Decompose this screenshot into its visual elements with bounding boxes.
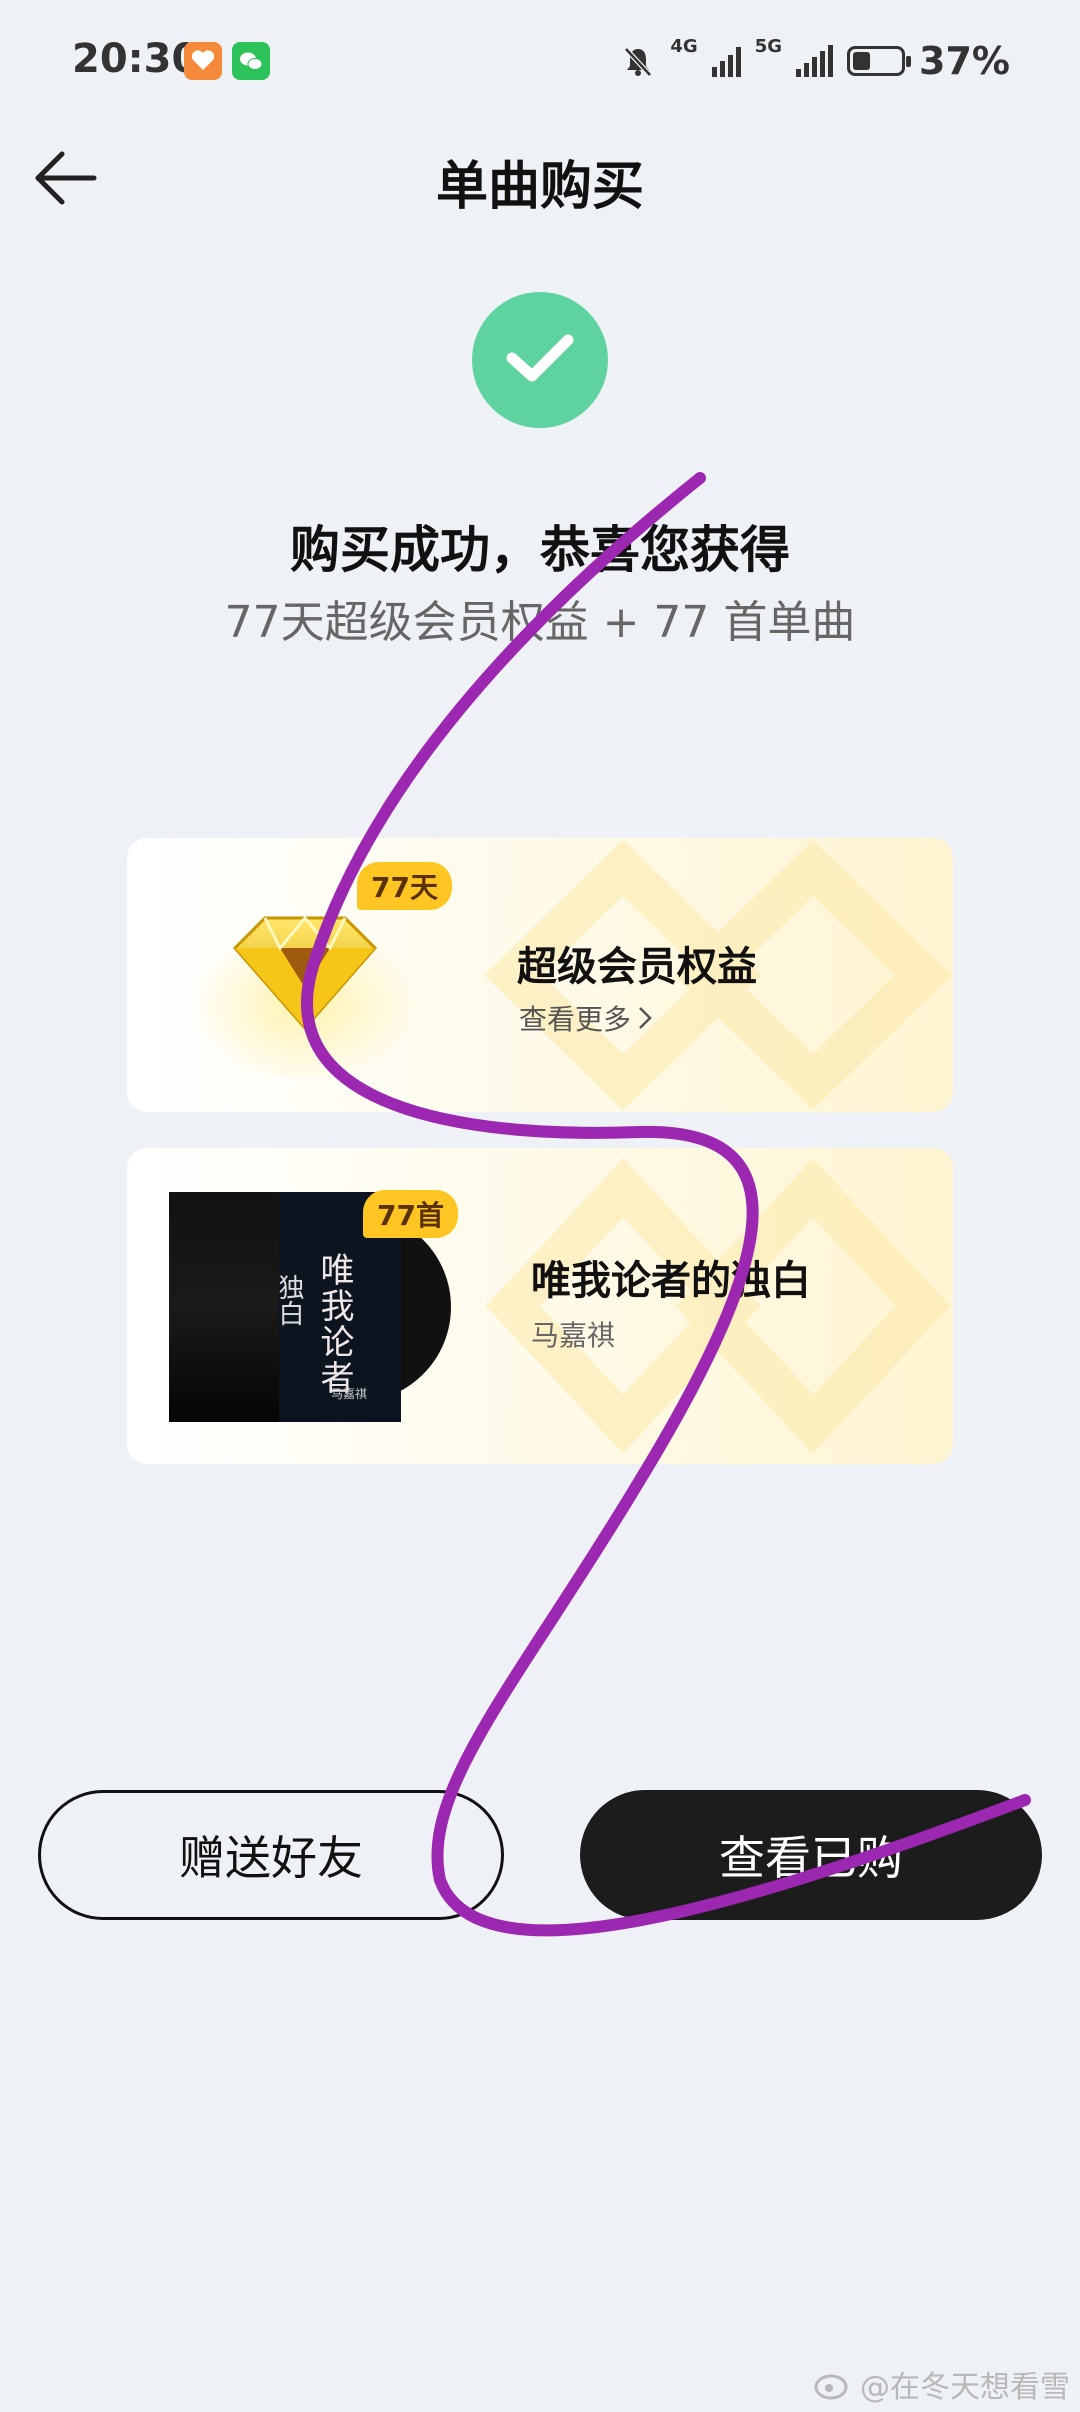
battery-percent: 37% — [919, 39, 1010, 83]
gift-friend-button[interactable]: 赠送好友 — [38, 1790, 504, 1920]
mute-icon — [624, 47, 653, 77]
network-label-1: 4G — [670, 36, 698, 57]
view-more-label: 查看更多 — [519, 1003, 632, 1036]
success-badge — [472, 292, 608, 428]
status-bar: 20:30 4G 5G 37% — [0, 0, 1080, 124]
check-icon — [506, 334, 574, 382]
signal-icon — [711, 45, 741, 77]
view-purchased-button[interactable]: 查看已购 — [580, 1790, 1042, 1920]
song-count-tag: 77首 — [363, 1190, 458, 1238]
song-card[interactable]: 唯我论者 独白 马嘉祺 77首 唯我论者的独白 马嘉祺 — [127, 1148, 953, 1464]
battery-icon — [847, 46, 912, 76]
album-cover-artist: 马嘉祺 — [330, 1387, 367, 1401]
card-pattern — [485, 1158, 951, 1454]
success-subtitle: 77天超级会员权益 + 77 首单曲 — [224, 597, 856, 648]
album-cover-subtitle: 独白 — [274, 1274, 304, 1326]
wechat-icon — [232, 42, 270, 80]
album-cover-title: 唯我论者 — [314, 1252, 354, 1396]
song-title: 唯我论者的独白 — [531, 1258, 811, 1304]
watermark: @在冬天想看雪 — [814, 2362, 1070, 2406]
song-artist: 马嘉祺 — [531, 1319, 616, 1352]
signal-icon-2 — [796, 45, 834, 77]
status-time: 20:30 — [72, 36, 200, 82]
page-title: 单曲购买 — [435, 157, 644, 217]
chevron-right-icon — [639, 1007, 652, 1029]
battery-level — [853, 52, 871, 70]
watermark-text: @在冬天想看雪 — [860, 2370, 1070, 2405]
heart-app-icon — [184, 42, 222, 80]
status-icons: 4G 5G 37% — [620, 38, 1010, 84]
days-tag: 77天 — [357, 862, 452, 910]
vip-title: 超级会员权益 — [517, 944, 757, 990]
weibo-icon — [814, 2374, 848, 2400]
view-more-link[interactable]: 查看更多 — [519, 998, 653, 1038]
success-title: 购买成功，恭喜您获得 — [290, 521, 790, 579]
vip-benefit-card[interactable]: 77天 超级会员权益 查看更多 — [127, 838, 953, 1112]
network-label-2: 5G — [754, 36, 783, 57]
album-portrait — [169, 1192, 279, 1422]
